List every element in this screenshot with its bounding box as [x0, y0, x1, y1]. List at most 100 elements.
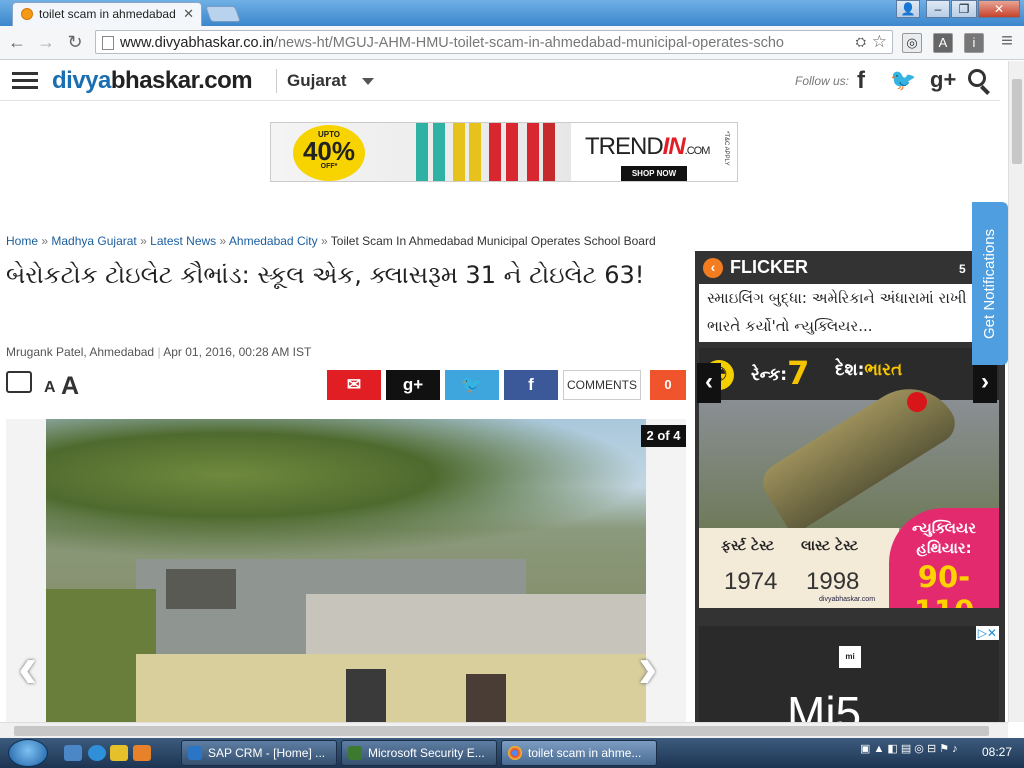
page-icon — [102, 36, 114, 50]
extension-a-icon[interactable]: A — [933, 33, 953, 53]
gallery-counter: 2 of 4 — [641, 425, 686, 447]
first-test-year: 1974 — [724, 568, 778, 595]
search-icon-handle — [980, 85, 990, 95]
comments-count[interactable]: 0 — [650, 370, 686, 400]
photo-gallery: 2 of 4 ‹ › — [6, 419, 686, 722]
close-window-button[interactable]: ✕ — [978, 0, 1020, 18]
extension-i-icon[interactable]: i — [964, 33, 984, 53]
new-tab-button[interactable] — [205, 6, 241, 22]
facebook-icon[interactable]: f — [857, 67, 865, 95]
flicker-prev-arrow-icon[interactable]: ‹ — [697, 363, 721, 403]
address-bar[interactable]: www.divyabhaskar.co.in/news-ht/MGUJ-AHM-… — [95, 30, 893, 54]
follow-label: Follow us: — [795, 74, 850, 88]
article-byline: Mrugank Patel, Ahmedabad | Apr 01, 2016,… — [6, 345, 312, 359]
gallery-photo — [46, 419, 646, 722]
url-text: www.divyabhaskar.co.in/news-ht/MGUJ-AHM-… — [120, 35, 785, 51]
clock: 08:27 — [982, 745, 1013, 759]
google-plus-share-button[interactable]: g+ — [386, 370, 440, 400]
ad-choices-close-icon[interactable]: ▷✕ — [975, 626, 999, 640]
rank: રેન્ક:7 — [751, 354, 810, 392]
last-test-label: લાસ્ટ ટેસ્ટ — [801, 538, 859, 554]
comments-button[interactable]: COMMENTS — [563, 370, 641, 400]
show-desktop-icon[interactable] — [64, 745, 82, 761]
nuclear-weapons-badge: ન્યુક્લિયર હથિયાર: 90-110 — [889, 508, 999, 608]
shop-now-button[interactable]: SHOP NOW — [621, 166, 687, 181]
vertical-scrollbar[interactable] — [1008, 61, 1024, 722]
email-share-button[interactable]: ✉ — [327, 370, 381, 400]
last-test-year: 1998 — [806, 568, 860, 595]
search-icon[interactable] — [968, 69, 986, 87]
mi-logo: mi — [839, 646, 861, 668]
menu-icon[interactable]: ≡ — [996, 30, 1018, 53]
breadcrumb-ahmedabad-city[interactable]: Ahmedabad City — [229, 234, 318, 248]
system-tray-icons[interactable]: ▣ ▲ ◧ ▤ ◎ ⊟ ⚑ ♪ — [860, 742, 958, 755]
font-decrease-button[interactable]: A — [44, 379, 56, 397]
breadcrumb-home[interactable]: Home — [6, 234, 38, 248]
watermark: divyabhaskar.com — [819, 596, 876, 603]
flicker-image[interactable]: ☢ રેન્ક:7 દેશ:ભારત ફર્સ્ટ ટેસ્ટ 1974 લાસ… — [699, 348, 999, 608]
internet-explorer-icon[interactable] — [88, 745, 106, 761]
google-plus-icon[interactable]: g+ — [930, 67, 956, 93]
gallery-prev-arrow-icon[interactable]: ‹ — [18, 634, 37, 701]
flicker-next-arrow-icon[interactable]: › — [973, 363, 997, 403]
model-legs — [489, 123, 501, 181]
get-notifications-button[interactable]: Get Notifications — [972, 202, 1008, 365]
font-increase-button[interactable]: A — [61, 372, 79, 401]
forward-arrow-icon[interactable]: → — [35, 32, 57, 53]
site-header: divyabhaskar.com Gujarat Follow us: f 🐦 … — [0, 61, 1000, 101]
flicker-caption[interactable]: સ્માઇલિંગ બુદ્ધા: અમેરિકાને અંધારામાં રા… — [699, 284, 999, 342]
missile-tip — [907, 392, 927, 412]
facebook-share-button[interactable]: f — [504, 370, 558, 400]
horizontal-scrollbar[interactable] — [0, 722, 1008, 738]
ad-banner[interactable]: UPTO 40% OFF* TRENDIN.COM SHOP NOW *T&C … — [270, 122, 738, 182]
translate-icon[interactable]: ⛭ — [856, 34, 866, 50]
side-ad[interactable]: mi Mi5 ▷✕ — [699, 626, 999, 722]
breadcrumb-madhya-gujarat[interactable]: Madhya Gujarat — [51, 234, 136, 248]
ad-terms: *T&C APPLY — [723, 131, 729, 166]
chevron-down-icon[interactable] — [362, 78, 374, 85]
taskbar-item-microsoft-security[interactable]: Microsoft Security E... — [341, 740, 497, 766]
article-headline: બેરોકટોક ટોઇલેટ કૌભાંડ: સ્કૂલ એક, ક્લાસર… — [6, 261, 645, 289]
explorer-icon[interactable] — [110, 745, 128, 761]
scrollbar-thumb[interactable] — [1012, 79, 1022, 164]
gallery-next-arrow-icon[interactable]: › — [638, 634, 657, 701]
model-legs — [453, 123, 465, 181]
back-arrow-icon[interactable]: ← — [6, 32, 28, 53]
start-button[interactable] — [8, 739, 48, 767]
restore-button[interactable]: ❐ — [951, 0, 977, 18]
browser-tab[interactable]: toilet scam in ahmedabad ✕ — [12, 2, 202, 26]
ad-brand: TRENDIN.COM — [585, 133, 710, 160]
divider — [276, 69, 277, 93]
model-legs — [416, 123, 428, 181]
tab-close-icon[interactable]: ✕ — [183, 6, 194, 22]
author: Mrugank Patel, Ahmedabad — [6, 345, 155, 359]
chevron-left-icon[interactable]: ‹ — [703, 258, 723, 278]
discount-badge: UPTO 40% OFF* — [293, 125, 365, 181]
page-viewport: divyabhaskar.com Gujarat Follow us: f 🐦 … — [0, 61, 1008, 722]
breadcrumb-latest-news[interactable]: Latest News — [150, 234, 216, 248]
twitter-icon[interactable]: 🐦 — [890, 69, 916, 93]
bookmark-star-icon[interactable]: ☆ — [872, 32, 887, 52]
site-logo[interactable]: divyabhaskar.com — [52, 67, 253, 95]
user-icon[interactable]: 👤 — [896, 0, 920, 18]
model-legs — [469, 123, 481, 181]
taskbar-item-sap-crm[interactable]: SAP CRM - [Home] ... — [181, 740, 337, 766]
flicker-widget: ‹ FLICKER 5 સ્માઇલિંગ બુદ્ધા: અમેરિકાને … — [695, 251, 1005, 722]
media-player-icon[interactable] — [133, 745, 151, 761]
article-tools: A A ✉ g+ 🐦 f COMMENTS 0 — [6, 367, 686, 403]
reload-icon[interactable]: ↻ — [64, 32, 86, 53]
favicon-icon — [21, 8, 33, 20]
hamburger-menu-icon[interactable] — [12, 72, 38, 90]
minimize-button[interactable]: – — [926, 0, 950, 18]
model-legs — [506, 123, 518, 181]
taskbar-item-chrome[interactable]: toilet scam in ahme... — [501, 740, 657, 766]
twitter-share-button[interactable]: 🐦 — [445, 370, 499, 400]
breadcrumb: Home » Madhya Gujarat » Latest News » Ah… — [6, 234, 656, 248]
print-icon[interactable] — [6, 371, 32, 393]
model-legs — [527, 123, 539, 181]
model-legs — [543, 123, 555, 181]
extension-icon[interactable]: ◎ — [902, 33, 922, 53]
scrollbar-thumb[interactable] — [14, 726, 989, 736]
region-selector[interactable]: Gujarat — [287, 71, 347, 91]
country: દેશ:ભારત — [835, 360, 903, 380]
